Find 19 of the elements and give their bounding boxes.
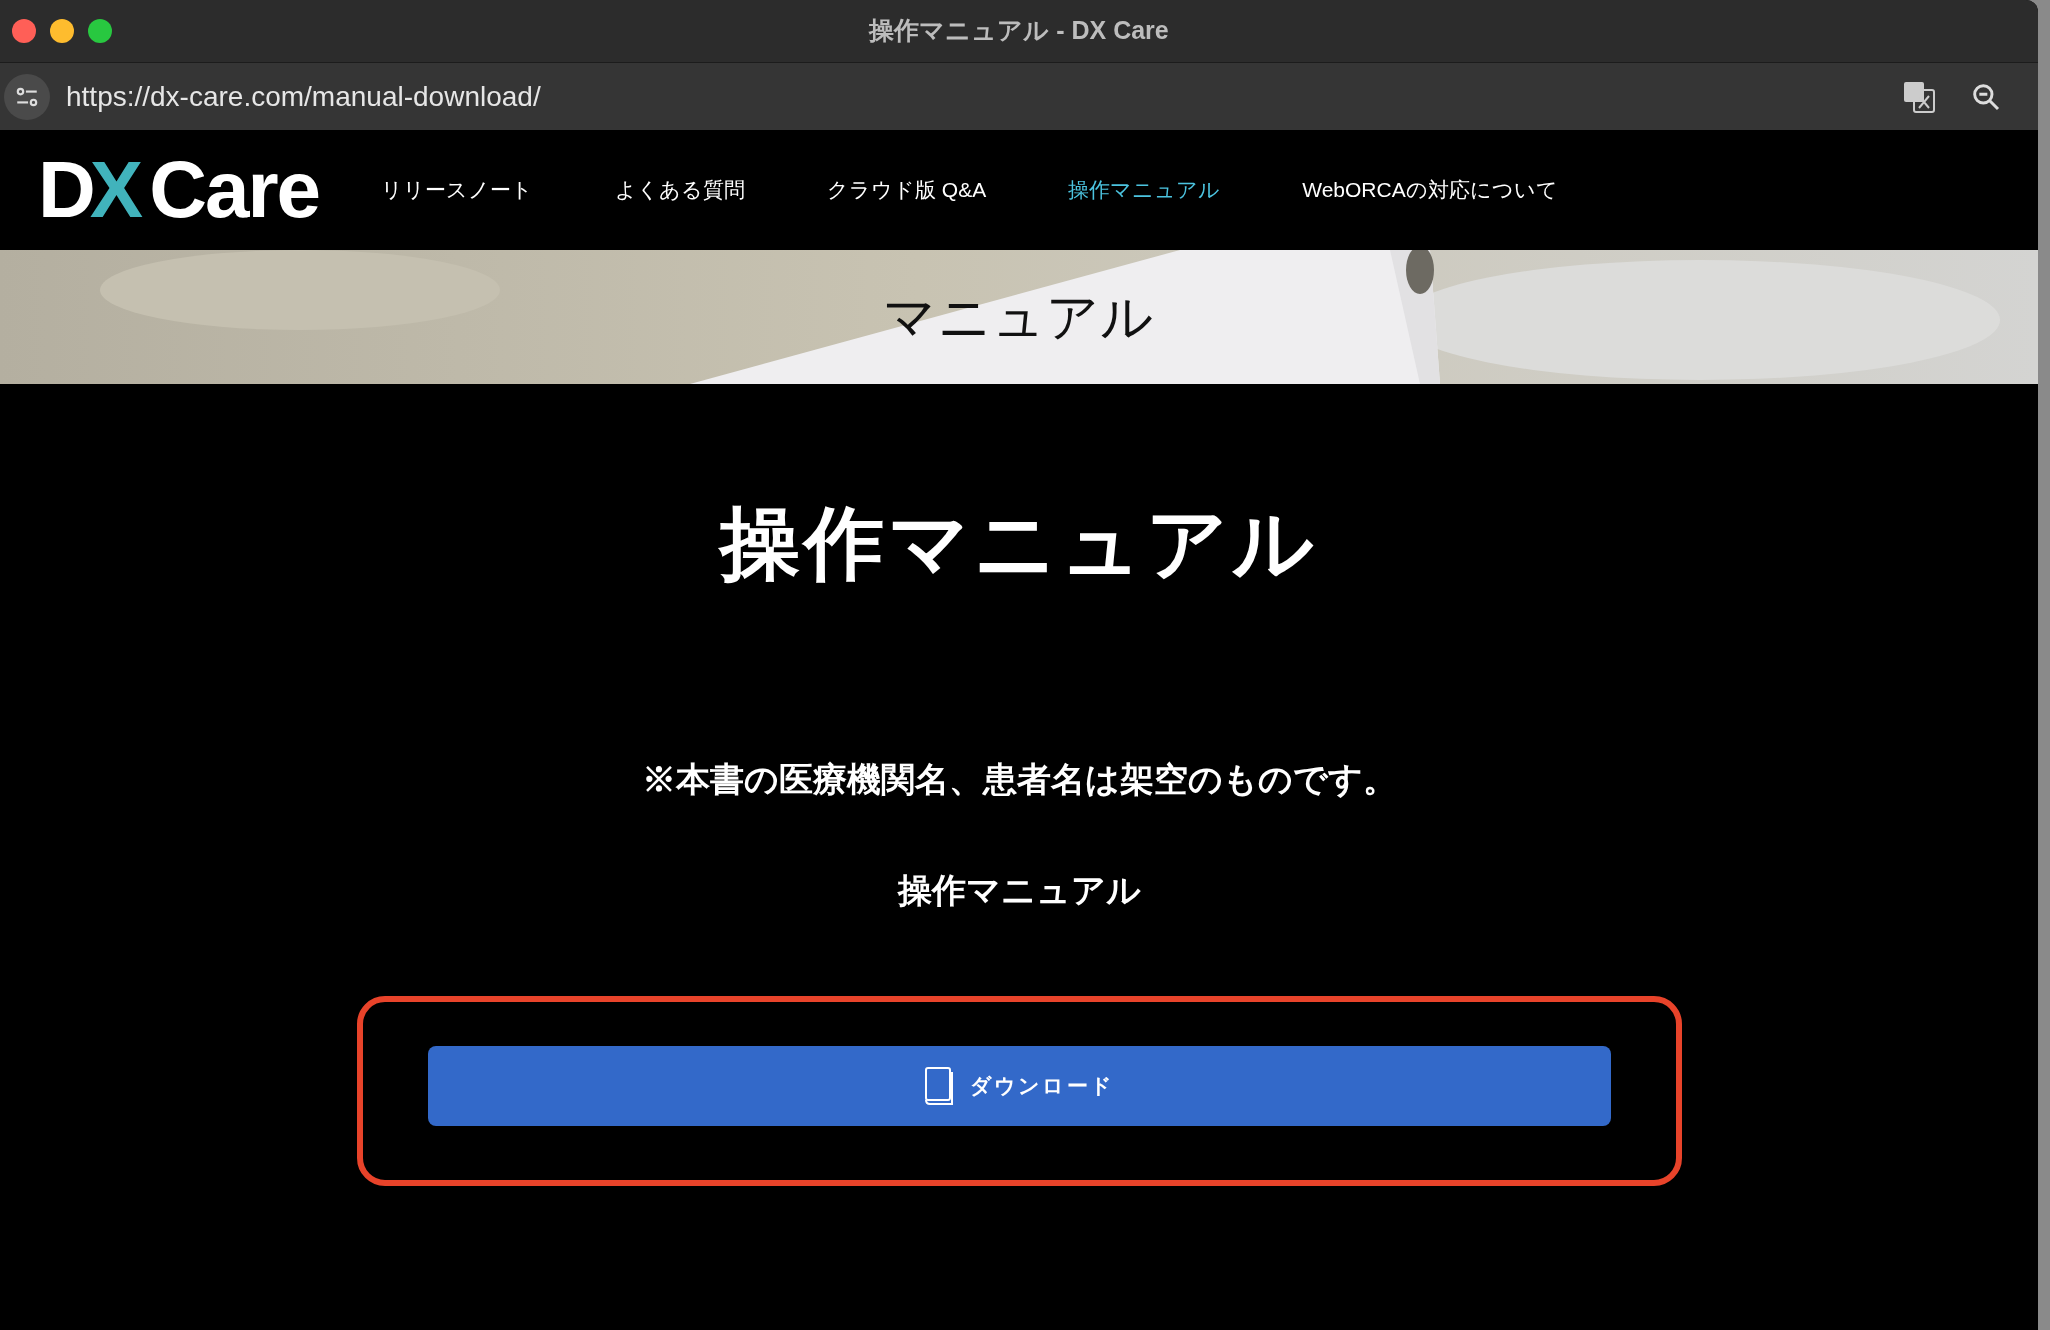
maximize-button[interactable] — [88, 19, 112, 43]
nav-link[interactable]: クラウド版 Q&A — [827, 174, 987, 206]
url-field[interactable]: https://dx-care.com/manual-download/ — [66, 75, 1902, 118]
site-logo[interactable]: DXCare — [38, 150, 320, 230]
window-title: 操作マニュアル - DX Care — [869, 15, 1169, 47]
nav-link[interactable]: WebORCAの対応について — [1302, 174, 1558, 206]
nav-link[interactable]: 操作マニュアル — [1068, 174, 1221, 206]
close-button[interactable] — [12, 19, 36, 43]
nav-link[interactable]: よくある質問 — [615, 174, 746, 206]
banner-title: マニュアル — [883, 287, 1155, 348]
minimize-button[interactable] — [50, 19, 74, 43]
page-heading: 操作マニュアル — [720, 498, 1318, 590]
translate-icon[interactable] — [1902, 79, 1938, 114]
site-settings-icon[interactable] — [4, 73, 50, 120]
disclaimer-note: ※本書の医療機関名、患者名は架空のものです。 — [641, 759, 1397, 800]
book-icon — [924, 1066, 955, 1106]
nav-link[interactable]: リリースノート — [381, 174, 534, 206]
section-heading: 操作マニュアル — [897, 870, 1141, 911]
download-button[interactable]: ダウンロード — [427, 1046, 1611, 1126]
